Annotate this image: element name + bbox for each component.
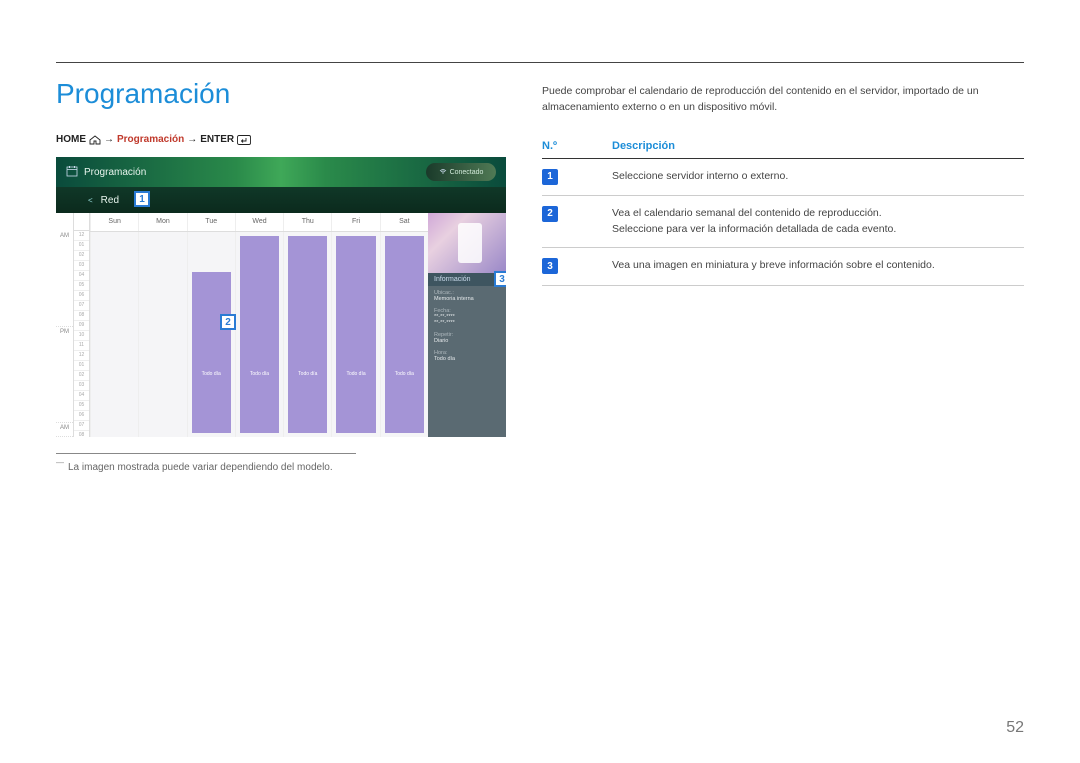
hours-col: 1201020304050607080910111201020304050607… bbox=[74, 213, 90, 437]
day-col bbox=[90, 232, 138, 437]
arrow-icon: → bbox=[104, 134, 114, 145]
nav-path: HOME → Programación → ENTER bbox=[56, 134, 506, 145]
row-desc: Vea el calendario semanal del contenido … bbox=[612, 195, 1024, 248]
days-header: Sun Mon Tue Wed Thu Fri Sat bbox=[90, 213, 428, 231]
ss-header-title: Programación bbox=[84, 167, 146, 178]
ampm-am: AM bbox=[56, 231, 73, 327]
wifi-icon bbox=[439, 167, 447, 177]
ampm-am2: AM bbox=[56, 423, 73, 437]
day-col: Todo día bbox=[235, 232, 283, 437]
day-head: Tue bbox=[187, 213, 235, 231]
day-col: Todo día bbox=[187, 232, 235, 437]
enter-icon bbox=[237, 135, 251, 145]
ampm-pm: PM bbox=[56, 327, 73, 423]
ss-header: Programación Conectado bbox=[56, 157, 506, 187]
caption: La imagen mostrada puede variar dependie… bbox=[56, 462, 506, 473]
day-col: Todo día bbox=[380, 232, 428, 437]
day-col bbox=[138, 232, 186, 437]
home-icon bbox=[89, 135, 101, 145]
row-num-badge: 2 bbox=[542, 206, 558, 222]
event: Todo día bbox=[240, 236, 279, 433]
row-desc: Vea una imagen en miniatura y breve info… bbox=[612, 248, 1024, 285]
calendar-grid: AM PM AM 1201020304050607080910111201020… bbox=[56, 213, 506, 437]
callout-1: 1 bbox=[134, 191, 150, 207]
caption-rule bbox=[56, 453, 356, 454]
path-enter: ENTER bbox=[200, 134, 234, 145]
day-col: Todo día bbox=[283, 232, 331, 437]
info-panel-title: Información 3 bbox=[428, 273, 506, 286]
server-label: Red bbox=[101, 195, 119, 206]
row-desc: Seleccione servidor interno o externo. bbox=[612, 158, 1024, 195]
path-section: Programación bbox=[117, 134, 184, 145]
day-head: Sun bbox=[90, 213, 138, 231]
day-head: Thu bbox=[283, 213, 331, 231]
event: Todo día bbox=[288, 236, 327, 433]
ui-screenshot: Programación Conectado < Red 1 bbox=[56, 157, 506, 437]
server-row: < Red 1 bbox=[56, 187, 506, 213]
intro-text: Puede comprobar el calendario de reprodu… bbox=[542, 84, 1024, 116]
path-home: HOME bbox=[56, 134, 86, 145]
day-head: Sat bbox=[380, 213, 428, 231]
page-number: 52 bbox=[1006, 719, 1024, 737]
info-panel: Información 3 Ubicac.:Memoria interna Fe… bbox=[428, 213, 506, 437]
page-title: Programación bbox=[56, 78, 506, 110]
day-head: Fri bbox=[331, 213, 379, 231]
day-head: Mon bbox=[138, 213, 186, 231]
info-time-value: Todo día bbox=[434, 356, 500, 362]
info-thumbnail bbox=[428, 213, 506, 273]
network-label: Conectado bbox=[450, 169, 484, 176]
arrow-icon: → bbox=[187, 134, 197, 145]
description-table: N.º Descripción 1 Seleccione servidor int… bbox=[542, 134, 1024, 286]
calendar-icon bbox=[66, 165, 78, 179]
info-loc-value: Memoria interna bbox=[434, 296, 500, 302]
col-desc-header: Descripción bbox=[612, 134, 1024, 159]
chevron-left-icon: < bbox=[88, 196, 93, 205]
day-head: Wed bbox=[235, 213, 283, 231]
info-date-value2: **-**-**** bbox=[434, 320, 500, 326]
callout-3: 3 bbox=[494, 271, 506, 287]
info-repeat-value: Diario bbox=[434, 338, 500, 344]
event: Todo día bbox=[192, 272, 231, 433]
event: Todo día bbox=[336, 236, 375, 433]
callout-2: 2 bbox=[220, 314, 236, 330]
row-num-badge: 3 bbox=[542, 258, 558, 274]
day-col: Todo día bbox=[331, 232, 379, 437]
event: Todo día bbox=[385, 236, 424, 433]
network-pill: Conectado bbox=[426, 163, 496, 181]
row-num-badge: 1 bbox=[542, 169, 558, 185]
col-num-header: N.º bbox=[542, 134, 612, 159]
ampm-col: AM PM AM bbox=[56, 213, 74, 437]
